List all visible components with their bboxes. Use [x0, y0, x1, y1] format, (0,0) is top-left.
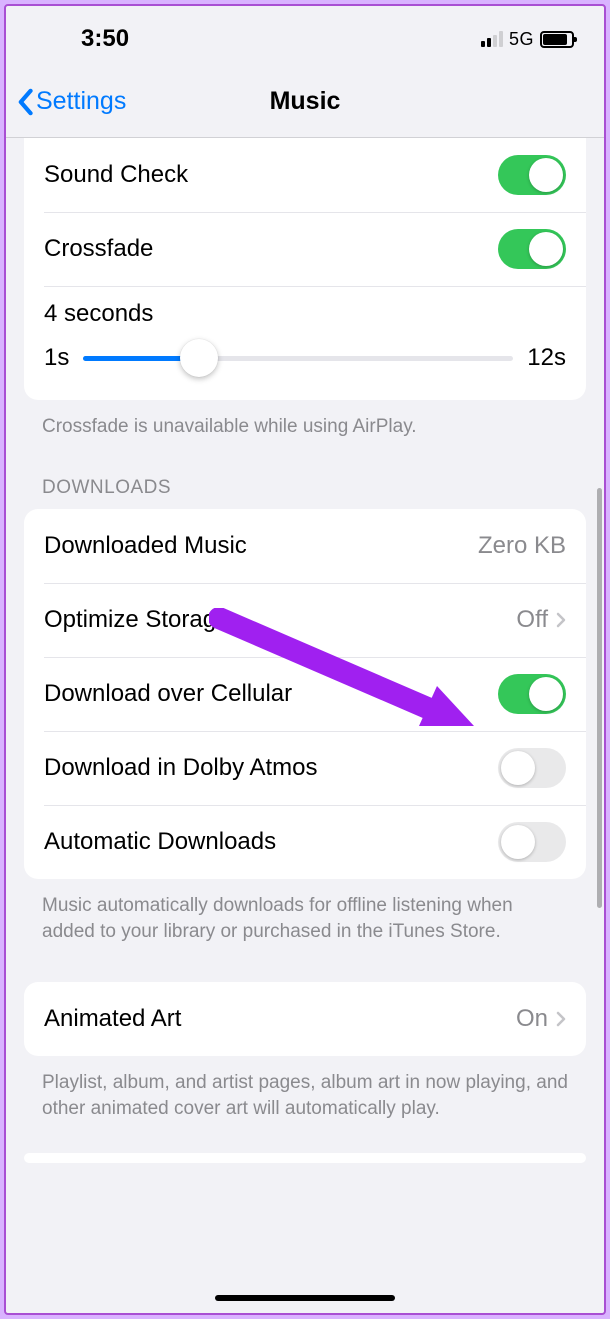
back-button[interactable]: Settings	[16, 87, 126, 116]
sound-check-label: Sound Check	[44, 161, 188, 189]
slider-thumb[interactable]	[180, 339, 218, 377]
optimize-storage-label: Optimize Storage	[44, 606, 229, 634]
crossfade-row: Crossfade	[24, 212, 586, 286]
download-cellular-row: Download over Cellular	[24, 657, 586, 731]
auto-downloads-row: Automatic Downloads	[24, 805, 586, 879]
status-time: 3:50	[81, 25, 129, 53]
cellular-signal-icon	[481, 31, 503, 47]
slider-min-label: 1s	[44, 344, 69, 372]
scroll-indicator[interactable]	[597, 488, 602, 908]
downloaded-music-label: Downloaded Music	[44, 532, 247, 560]
animated-art-row[interactable]: Animated Art On	[24, 982, 586, 1056]
page-title: Music	[270, 87, 341, 116]
downloaded-music-value: Zero KB	[478, 532, 566, 560]
slider-max-label: 12s	[527, 344, 566, 372]
animated-art-group: Animated Art On	[24, 982, 586, 1056]
crossfade-slider[interactable]	[83, 356, 513, 361]
optimize-storage-row[interactable]: Optimize Storage Off	[24, 583, 586, 657]
download-dolby-row: Download in Dolby Atmos	[24, 731, 586, 805]
content-area: Sound Check Crossfade 4 seconds 1s	[6, 138, 604, 1313]
downloads-footer: Music automatically downloads for offlin…	[42, 893, 568, 946]
home-indicator[interactable]	[215, 1295, 395, 1301]
download-dolby-toggle[interactable]	[498, 748, 566, 788]
chevron-right-icon	[556, 1011, 566, 1027]
crossfade-label: Crossfade	[44, 235, 153, 263]
optimize-storage-value: Off	[516, 606, 548, 634]
animated-art-footer: Playlist, album, and artist pages, album…	[42, 1070, 568, 1123]
download-cellular-toggle[interactable]	[498, 674, 566, 714]
crossfade-footer: Crossfade is unavailable while using Air…	[42, 414, 568, 441]
next-group-peek	[24, 1153, 586, 1163]
audio-settings-group: Sound Check Crossfade 4 seconds 1s	[24, 138, 586, 400]
download-cellular-label: Download over Cellular	[44, 680, 292, 708]
downloaded-music-row[interactable]: Downloaded Music Zero KB	[24, 509, 586, 583]
downloads-group: Downloaded Music Zero KB Optimize Storag…	[24, 509, 586, 879]
download-dolby-label: Download in Dolby Atmos	[44, 754, 317, 782]
crossfade-slider-row: 4 seconds 1s 12s	[24, 286, 586, 400]
sound-check-row: Sound Check	[24, 138, 586, 212]
animated-art-label: Animated Art	[44, 1005, 181, 1033]
nav-header: Settings Music	[6, 66, 604, 138]
animated-art-value: On	[516, 1005, 548, 1033]
auto-downloads-label: Automatic Downloads	[44, 828, 276, 856]
crossfade-duration-label: 4 seconds	[44, 300, 566, 328]
auto-downloads-toggle[interactable]	[498, 822, 566, 862]
crossfade-toggle[interactable]	[498, 229, 566, 269]
downloads-header: DOWNLOADS	[42, 477, 568, 499]
network-type: 5G	[509, 29, 534, 50]
sound-check-toggle[interactable]	[498, 155, 566, 195]
status-right-cluster: 5G	[481, 29, 574, 50]
back-label: Settings	[36, 87, 126, 116]
battery-icon	[540, 31, 574, 48]
chevron-left-icon	[16, 88, 34, 116]
chevron-right-icon	[556, 612, 566, 628]
status-bar: 3:50 5G	[6, 6, 604, 66]
